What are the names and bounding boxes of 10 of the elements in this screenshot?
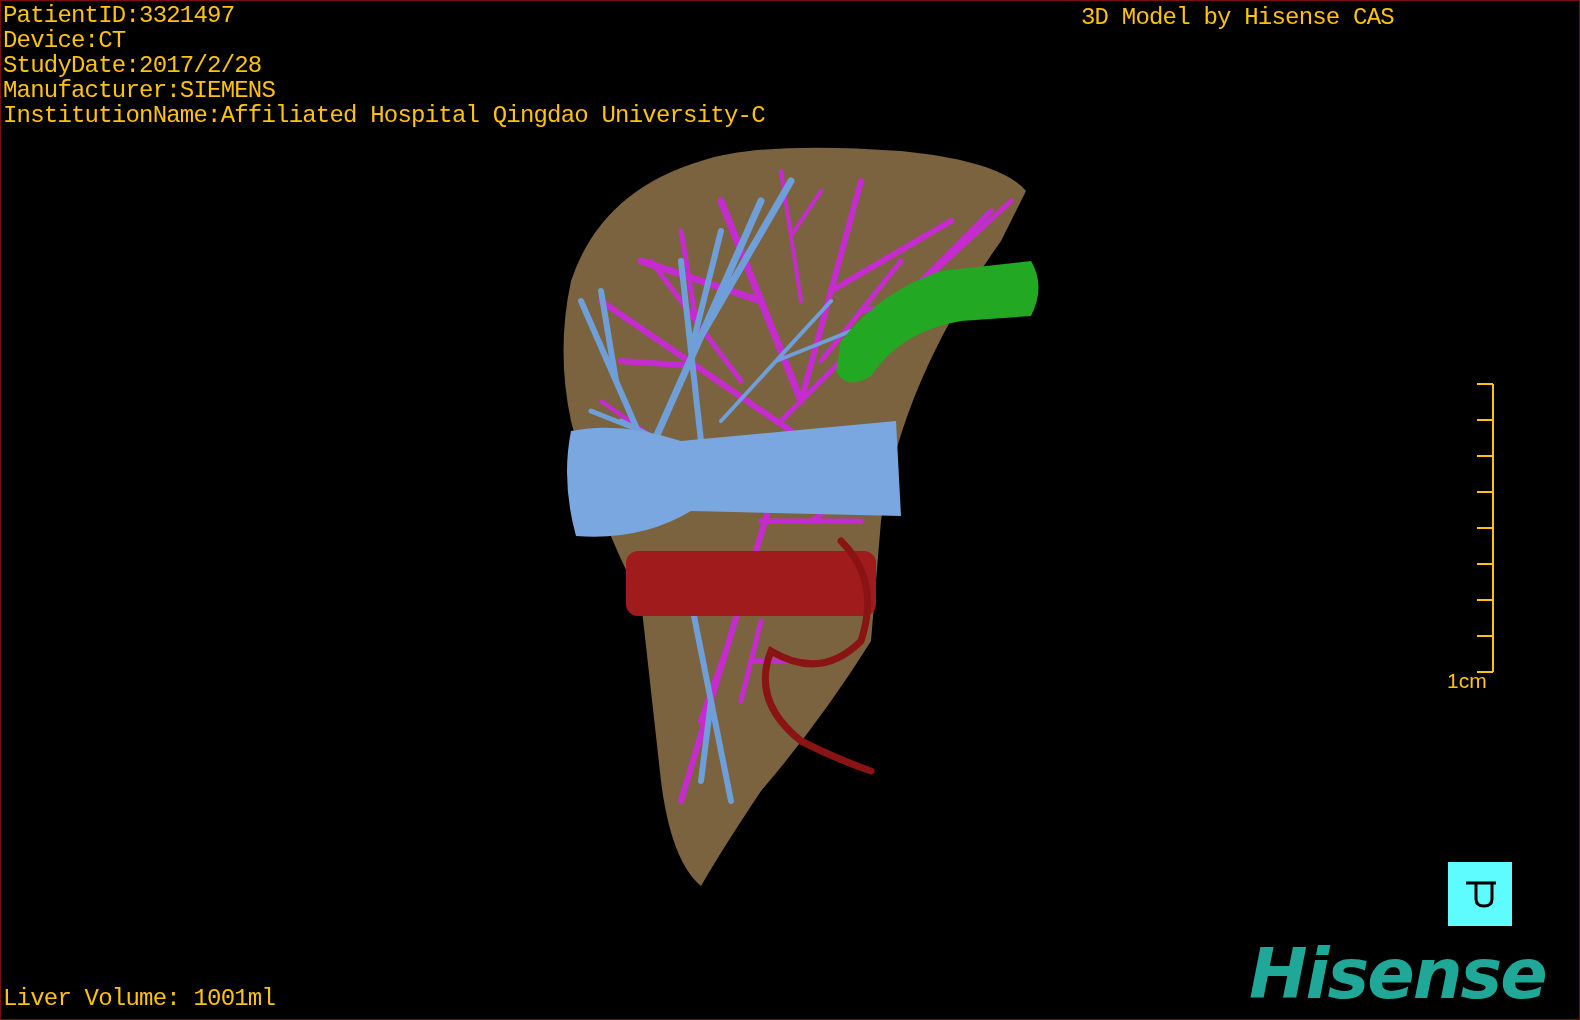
study-info-text: Device:CT [3, 28, 127, 53]
study-info-text: PatientID:3321497 [3, 3, 236, 28]
model-credit-text: 3D Model by Hisense CAS [1081, 5, 1394, 30]
study-info-text: StudyDate:2017/2/28 [3, 53, 263, 78]
liver-volume-text: Liver Volume: 1001ml [3, 986, 276, 1011]
brand-logo: Hisense [1249, 936, 1546, 1012]
scale-label: 1cm [1447, 669, 1487, 693]
study-info-text: Manufacturer:SIEMENS [3, 78, 277, 103]
orientation-cube-icon[interactable] [1448, 862, 1512, 926]
study-info-text: InstitutionName:Affiliated Hospital Qingdao University-C [3, 103, 765, 128]
